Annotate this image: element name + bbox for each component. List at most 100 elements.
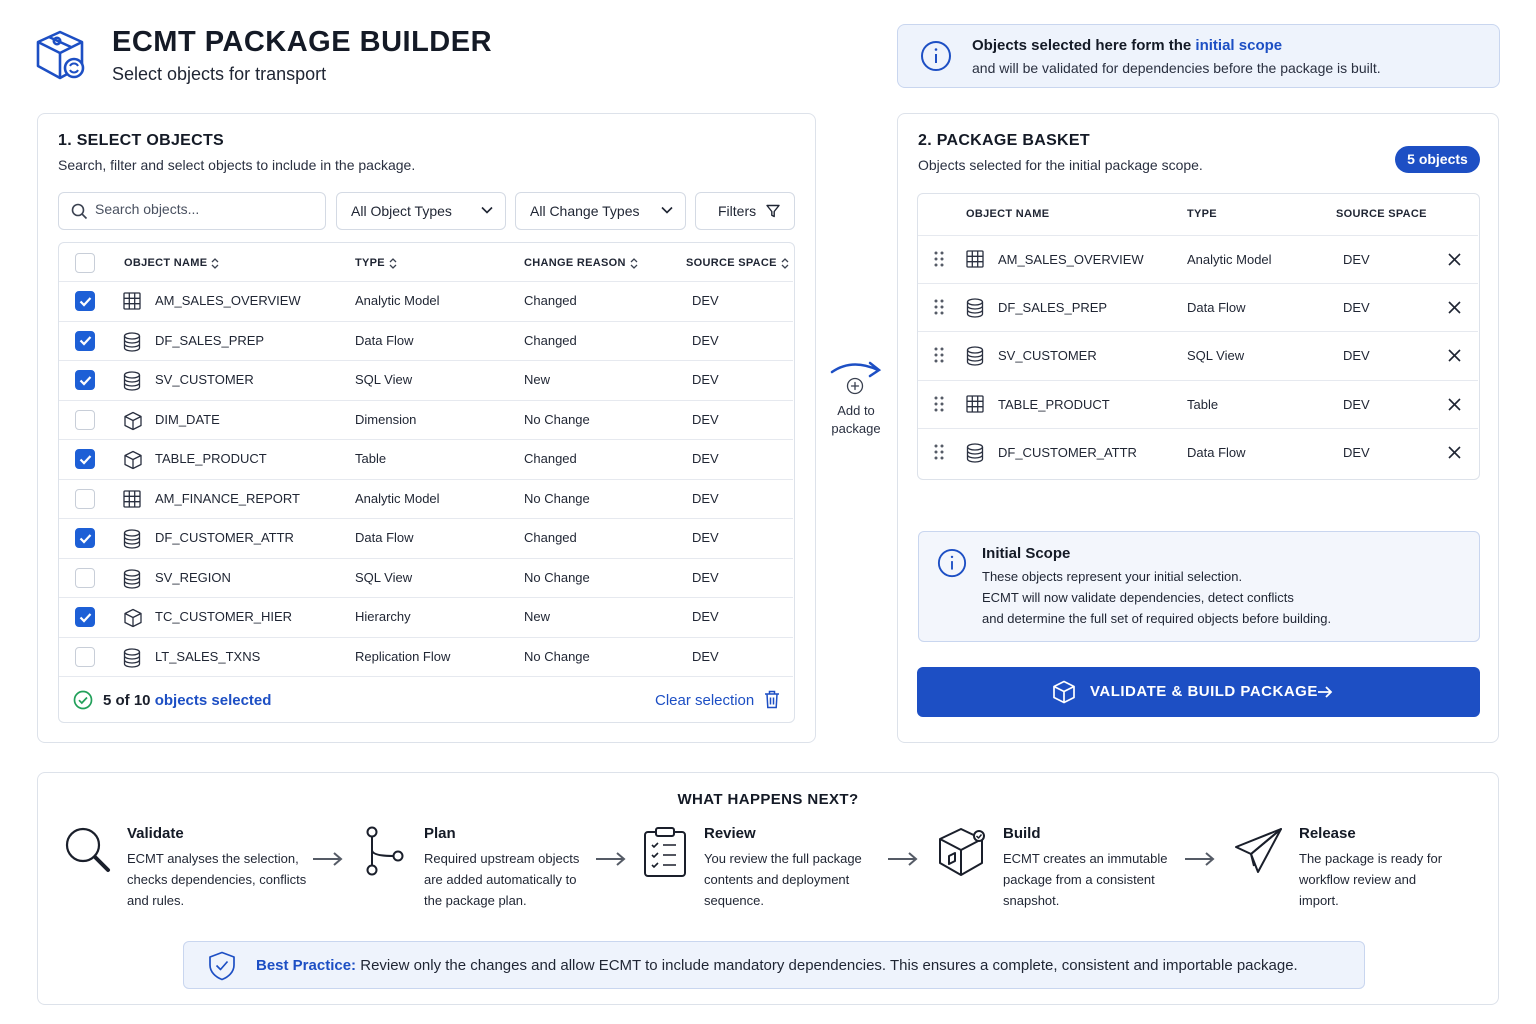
row-checkbox[interactable] — [75, 567, 95, 588]
drag-handle-icon[interactable] — [934, 396, 944, 412]
basket-row[interactable]: SV_CUSTOMER SQL View DEV — [918, 331, 1478, 379]
app-subtitle: Select objects for transport — [112, 64, 327, 84]
trash-icon — [764, 690, 780, 709]
source-space: DEV — [692, 569, 719, 585]
object-type-select-value: All Object Types — [351, 203, 452, 219]
arrow-right-icon — [1184, 851, 1216, 867]
add-to-package-button[interactable]: Add to package — [826, 358, 886, 438]
row-checkbox[interactable] — [75, 646, 95, 667]
validate-build-label: VALIDATE & BUILD PACKAGE — [1090, 683, 1318, 700]
drag-handle-icon[interactable] — [934, 251, 944, 267]
object-name: SV_CUSTOMER — [155, 372, 254, 387]
cube-icon — [123, 450, 143, 470]
source-space: DEV — [692, 451, 719, 466]
basket-source-space: DEV — [1343, 348, 1370, 364]
row-checkbox[interactable] — [75, 607, 95, 627]
cube-icon — [1052, 680, 1076, 704]
initial-scope-box: Initial Scope These objects represent yo… — [918, 531, 1480, 642]
row-checkbox[interactable] — [75, 330, 95, 351]
drag-handle-icon[interactable] — [934, 299, 944, 315]
basket-source-space: DEV — [1343, 252, 1370, 267]
filters-button[interactable]: Filters — [695, 192, 795, 230]
source-space: DEV — [692, 490, 719, 506]
grid-icon — [123, 292, 141, 310]
basket-row[interactable]: DF_CUSTOMER_ATTR Data Flow DEV — [918, 427, 1478, 476]
table-row[interactable]: DIM_DATE Dimension No Change DEV — [59, 399, 793, 439]
table-row[interactable]: DF_SALES_PREP Data Flow Changed DEV — [59, 320, 793, 360]
arrow-right-icon — [830, 361, 882, 395]
drag-handle-icon[interactable] — [934, 347, 944, 363]
table-row[interactable]: LT_SALES_TXNS Replication Flow No Change DE… — [59, 636, 793, 676]
clear-selection-button[interactable]: Clear selection — [655, 690, 779, 709]
chevron-down-icon — [481, 206, 493, 214]
change-type-select[interactable]: All Change Types — [515, 192, 686, 230]
cube-icon — [123, 411, 143, 431]
basket-col-source-space: SOURCE SPACE — [1336, 208, 1427, 220]
drag-handle-icon[interactable] — [934, 444, 944, 460]
basket-row[interactable]: AM_SALES_OVERVIEW Analytic Model DEV — [918, 235, 1478, 283]
row-checkbox[interactable] — [75, 370, 95, 390]
table-row[interactable]: TABLE_PRODUCT Table Changed DEV — [59, 439, 793, 478]
table-row[interactable]: SV_CUSTOMER SQL View New DEV — [59, 360, 793, 399]
table-row[interactable]: AM_FINANCE_REPORT Analytic Model No Change… — [59, 478, 793, 518]
grid-icon — [123, 489, 141, 508]
object-type: Data Flow — [355, 530, 414, 545]
step-build-desc: ECMT creates an immutable package from a… — [1003, 851, 1168, 908]
search-input[interactable] — [95, 201, 315, 217]
initial-scope-link[interactable]: initial scope — [1195, 37, 1282, 54]
table-row[interactable]: AM_SALES_OVERVIEW Analytic Model Changed DE… — [59, 281, 793, 320]
object-type: SQL View — [355, 569, 413, 585]
step-plan-name: Plan — [424, 825, 456, 842]
search-box[interactable] — [58, 192, 326, 230]
col-header-source-space[interactable]: SOURCE SPACE — [686, 257, 789, 269]
remove-icon[interactable] — [1448, 446, 1461, 459]
source-space: DEV — [692, 372, 719, 387]
row-checkbox[interactable] — [75, 449, 95, 469]
selection-status: 5 of 10 objects selected — [103, 692, 272, 709]
object-type-select[interactable]: All Object Types — [336, 192, 506, 230]
validate-build-button[interactable]: VALIDATE & BUILD PACKAGE — [917, 667, 1480, 717]
step-review-name: Review — [704, 825, 756, 842]
row-checkbox[interactable] — [75, 409, 95, 430]
add-to-package-label: Add to package — [831, 403, 881, 436]
best-practice-text: Best Practice: Review only the changes a… — [256, 957, 1298, 974]
table-row[interactable]: SV_REGION SQL View No Change DEV — [59, 557, 793, 597]
basket-object-name: SV_CUSTOMER — [998, 348, 1097, 364]
info-banner: Objects selected here form the initial s… — [897, 24, 1500, 88]
branch-icon — [362, 826, 408, 878]
table-row[interactable]: TC_CUSTOMER_HIER Hierarchy New DEV — [59, 597, 793, 636]
banner-line-1: Objects selected here form the initial s… — [972, 37, 1283, 54]
check-circle-icon — [73, 690, 93, 710]
col-header-change-reason[interactable]: CHANGE REASON — [524, 257, 638, 269]
change-reason: New — [524, 372, 551, 387]
basket-row[interactable]: TABLE_PRODUCT Table DEV — [918, 379, 1478, 428]
basket-row[interactable]: DF_SALES_PREP Data Flow DEV — [918, 283, 1478, 331]
object-type: Analytic Model — [355, 293, 440, 308]
object-count-badge: 5 objects — [1395, 146, 1480, 173]
row-checkbox[interactable] — [75, 528, 95, 548]
change-reason: No Change — [524, 411, 590, 427]
step-validate-name: Validate — [127, 825, 184, 842]
object-type: Analytic Model — [355, 490, 440, 506]
object-name: DF_SALES_PREP — [155, 332, 265, 348]
remove-icon[interactable] — [1448, 253, 1461, 266]
object-type: Data Flow — [355, 332, 414, 348]
package-basket-subtitle: Objects selected for the initial package… — [918, 157, 1203, 173]
remove-icon[interactable] — [1448, 398, 1461, 411]
table-row[interactable]: DF_CUSTOMER_ATTR Data Flow Changed DEV — [59, 518, 793, 557]
col-header-object-name[interactable]: OBJECT NAME — [124, 257, 219, 269]
change-reason: Changed — [524, 451, 577, 466]
object-name: DIM_DATE — [155, 411, 220, 427]
remove-icon[interactable] — [1448, 349, 1461, 362]
row-checkbox[interactable] — [75, 291, 95, 311]
package-logo-icon — [34, 28, 92, 86]
basket-col-object-name: OBJECT NAME — [966, 208, 1050, 220]
remove-icon[interactable] — [1448, 301, 1461, 314]
change-reason: Changed — [524, 530, 577, 545]
select-all-checkbox[interactable] — [75, 253, 95, 273]
row-checkbox[interactable] — [75, 488, 95, 509]
basket-object-type: Table — [1187, 396, 1219, 412]
source-space: DEV — [692, 293, 719, 308]
object-type: Hierarchy — [355, 609, 411, 624]
col-header-type[interactable]: TYPE — [355, 257, 397, 269]
